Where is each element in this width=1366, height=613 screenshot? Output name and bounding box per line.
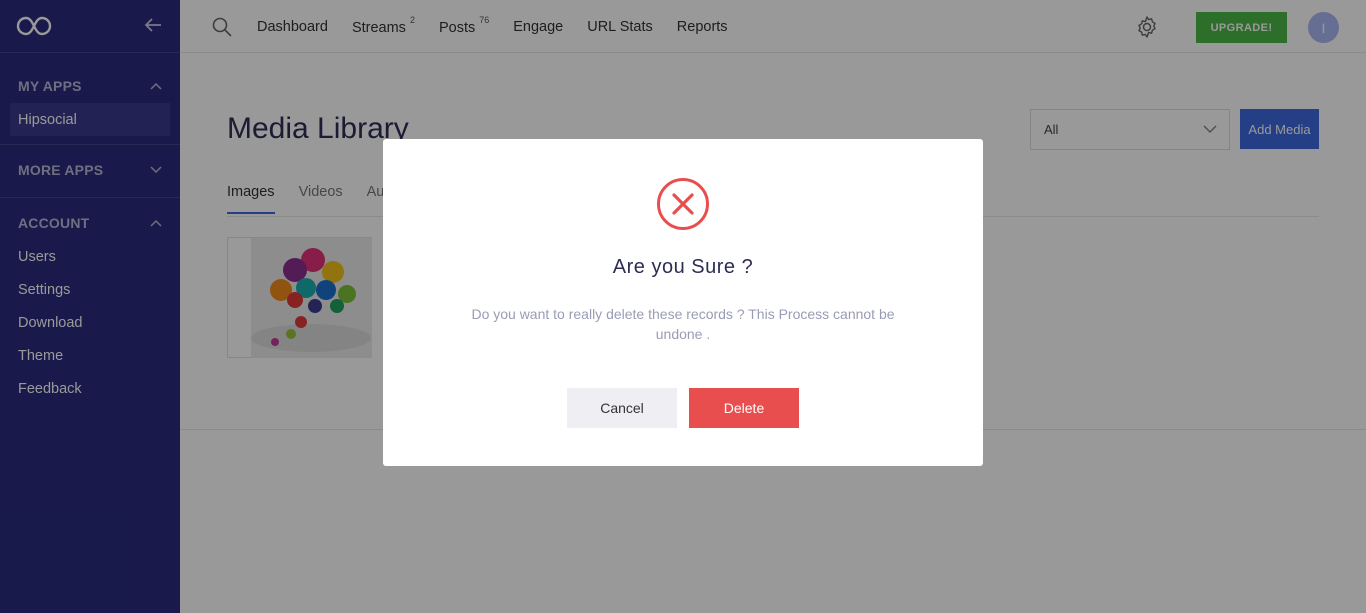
delete-button[interactable]: Delete: [689, 388, 799, 428]
cancel-button[interactable]: Cancel: [567, 388, 677, 428]
dialog-message: Do you want to really delete these recor…: [471, 306, 895, 342]
dialog-title: Are you Sure ?: [612, 256, 754, 278]
confirm-delete-dialog: Are you Sure ? Do you want to really del…: [383, 139, 983, 466]
modal-backdrop[interactable]: Are you Sure ? Do you want to really del…: [0, 0, 1366, 613]
error-x-circle-icon: [656, 177, 710, 236]
